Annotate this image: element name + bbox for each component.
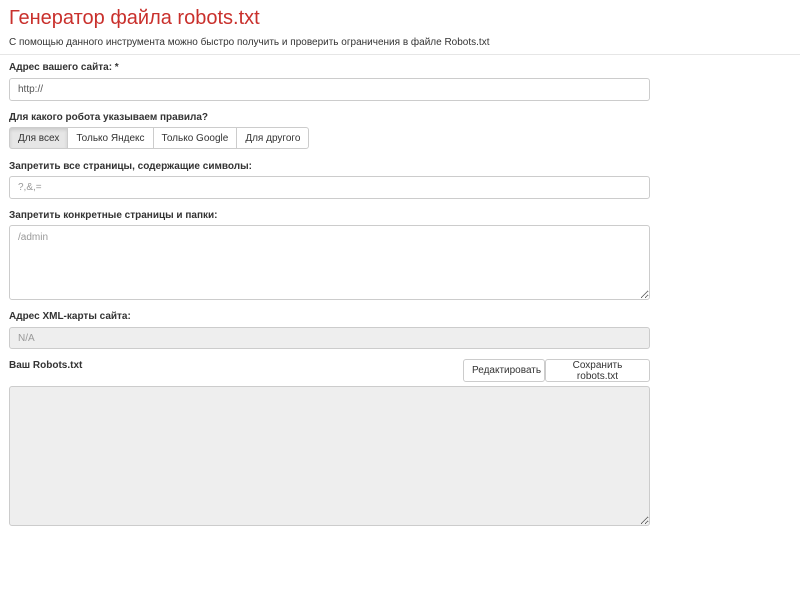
forbid-pages-label: Запретить конкретные страницы и папки: — [9, 210, 218, 221]
save-robots-button[interactable]: Сохранить robots.txt — [545, 359, 650, 382]
sitemap-input — [9, 327, 650, 349]
forbid-pages-textarea[interactable] — [9, 225, 650, 300]
edit-button[interactable]: Редактировать — [463, 359, 545, 382]
robots-output-textarea[interactable] — [9, 386, 650, 526]
page-header: Генератор файла robots.txt С помощью дан… — [0, 0, 800, 55]
site-url-label: Адрес вашего сайта: * — [9, 62, 119, 73]
page-title: Генератор файла robots.txt — [9, 7, 260, 29]
robot-label: Для какого робота указываем правила? — [9, 112, 209, 123]
robot-option-other[interactable]: Для другого — [236, 127, 310, 149]
robot-option-all[interactable]: Для всех — [9, 127, 69, 149]
result-label: Ваш Robots.txt — [9, 360, 83, 371]
robot-option-google[interactable]: Только Google — [152, 127, 238, 149]
sitemap-label: Адрес XML-карты сайта: — [9, 311, 131, 322]
page-subtitle: С помощью данного инструмента можно быст… — [9, 37, 490, 48]
robot-option-yandex[interactable]: Только Яндекс — [67, 127, 154, 149]
robot-selector: Для всех Только Яндекс Только Google Для… — [9, 127, 310, 149]
forbid-symbols-label: Запретить все страницы, содержащие симво… — [9, 161, 252, 172]
site-url-input[interactable] — [9, 78, 650, 101]
forbid-symbols-input[interactable] — [9, 176, 650, 199]
